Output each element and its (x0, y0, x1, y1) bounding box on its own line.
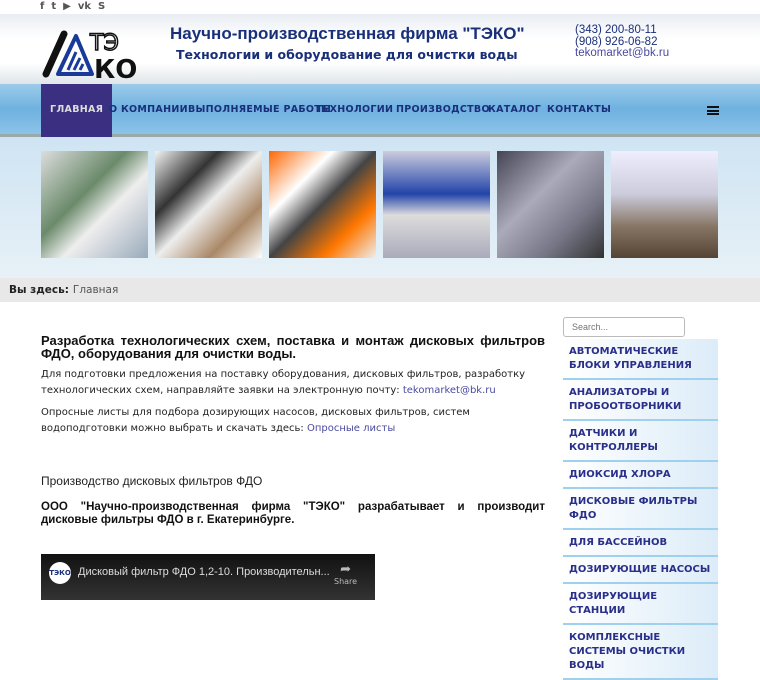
menu-icon[interactable] (707, 106, 719, 115)
sidebar-item[interactable]: ДОЗИРУЮЩИЕ НАСОСЫ (563, 557, 718, 584)
company-statement: ООО "Научно-производственная фирма "ТЭКО… (41, 501, 545, 526)
nav-home[interactable]: ГЛАВНАЯ (41, 84, 113, 137)
email-link[interactable]: tekomarket@bk.ru (575, 47, 669, 60)
svg-text:КО: КО (94, 55, 137, 80)
vk-icon[interactable]: vk (78, 1, 91, 12)
sidebar-item[interactable]: АНАЛИЗАТОРЫ И ПРОБООТБОРНИКИ (563, 380, 718, 421)
nav-technologies[interactable]: ТЕХНОЛОГИИ (316, 84, 393, 137)
intro-paragraph: Для подготовки предложения на поставку о… (41, 367, 545, 398)
nav-works[interactable]: ВЫПОЛНЯЕМЫЕ РАБОТЫ (188, 84, 331, 137)
nav-catalog[interactable]: КАТАЛОГ (488, 84, 541, 137)
search-input[interactable] (563, 317, 685, 337)
share-label: Share (334, 577, 358, 586)
site-title: Научно-производственная фирма "ТЭКО" (170, 24, 525, 43)
facebook-icon[interactable]: f (40, 1, 44, 12)
social-links: f t ▶ vk S (40, 1, 105, 12)
questionnaire-link[interactable]: Опросные листы (307, 423, 395, 434)
sidebar-item[interactable]: ДОЗИРУЮЩИЕ СТАНЦИИ (563, 584, 718, 625)
breadcrumb-current: Главная (72, 284, 119, 296)
svg-text:ТЭ: ТЭ (89, 31, 119, 56)
sidebar-item[interactable]: ДАТЧИКИ И КОНТРОЛЛЕРЫ (563, 421, 718, 462)
sidebar-item[interactable]: АВТОМАТИЧЕСКИЕ БЛОКИ УПРАВЛЕНИЯ (563, 339, 718, 380)
page-heading: Разработка технологических схем, поставк… (41, 333, 545, 361)
skype-icon[interactable]: S (98, 1, 105, 12)
main-nav: ГЛАВНАЯ О КОМПАНИИ ВЫПОЛНЯЕМЫЕ РАБОТЫ ТЕ… (0, 84, 760, 137)
video-player[interactable]: ТЭКО Дисковый фильтр ФДО 1,2-10. Произво… (41, 554, 375, 600)
youtube-icon[interactable]: ▶ (63, 1, 71, 12)
channel-logo[interactable]: ТЭКО (49, 562, 71, 584)
sidebar-item[interactable]: ДИОКСИД ХЛОРА (563, 462, 718, 489)
sidebar-catalog: АВТОМАТИЧЕСКИЕ БЛОКИ УПРАВЛЕНИЯ АНАЛИЗАТ… (563, 339, 718, 680)
twitter-icon[interactable]: t (51, 1, 56, 12)
sidebar-item[interactable]: КОМПЛЕКСНЫЕ СИСТЕМЫ ОЧИСТКИ ВОДЫ (563, 625, 718, 680)
section-heading: Производство дисковых фильтров ФДО (41, 474, 263, 488)
contacts: (343) 200-80-11 (908) 926-06-82 tekomark… (575, 24, 669, 60)
sidebar-item[interactable]: ДИСКОВЫЕ ФИЛЬТРЫ ФДО (563, 489, 718, 530)
share-icon: ➦ (340, 562, 351, 577)
photo-strip (0, 137, 760, 278)
header: ТЭ КО Научно-производственная фирма "ТЭК… (0, 14, 760, 84)
sidebar-item[interactable]: ДЛЯ БАССЕЙНОВ (563, 530, 718, 557)
top-bar: f t ▶ vk S (0, 0, 760, 14)
photo-control-panel[interactable] (41, 151, 148, 258)
photo-sensors[interactable] (155, 151, 262, 258)
questionnaire-paragraph: Опросные листы для подбора дозирующих на… (41, 405, 545, 436)
photo-disk-filter[interactable] (497, 151, 604, 258)
email-link-body[interactable]: tekomarket@bk.ru (403, 385, 496, 396)
logo[interactable]: ТЭ КО (42, 26, 140, 80)
nav-about[interactable]: О КОМПАНИИ (109, 84, 188, 137)
photo-station[interactable] (383, 151, 490, 258)
breadcrumb-label: Вы здесь: (9, 284, 69, 296)
questionnaire-text: Опросные листы для подбора дозирующих на… (41, 407, 470, 434)
share-button[interactable]: ➦ Share (334, 562, 357, 586)
photo-pumps[interactable] (269, 151, 376, 258)
phone-1: (343) 200-80-11 (575, 24, 657, 36)
site-subtitle: Технологии и оборудование для очистки во… (176, 47, 518, 62)
nav-production[interactable]: ПРОИЗВОДСТВО (396, 84, 490, 137)
photo-building[interactable] (611, 151, 718, 258)
video-title[interactable]: Дисковый фильтр ФДО 1,2-10. Производител… (78, 566, 330, 578)
main-content: Разработка технологических схем, поставк… (41, 334, 545, 527)
nav-contacts[interactable]: КОНТАКТЫ (547, 84, 611, 137)
breadcrumb: Вы здесь: Главная (0, 278, 760, 302)
